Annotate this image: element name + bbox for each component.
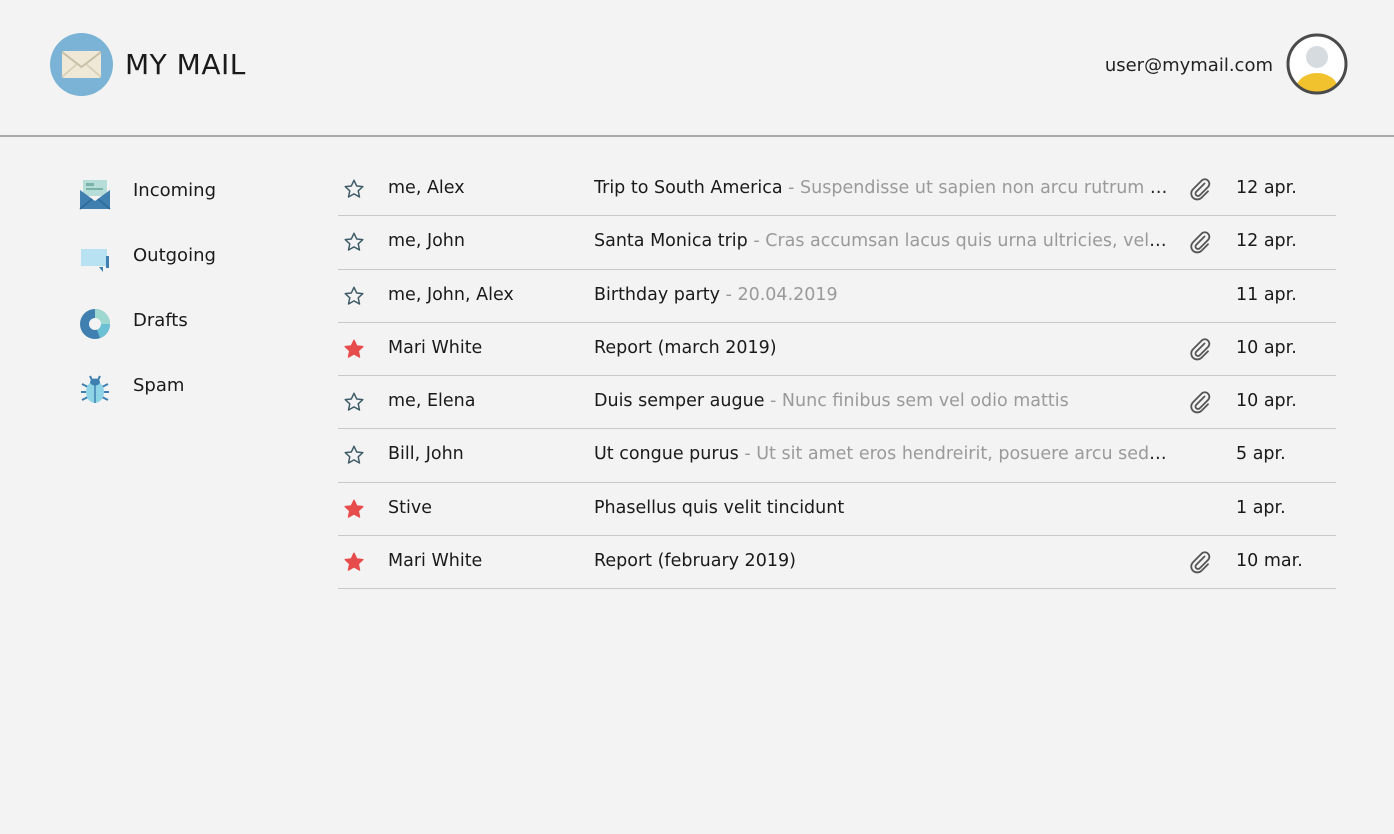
mail-snippet: Cras accumsan lacus quis urna ultricies,… — [765, 231, 1168, 252]
mail-subject-line: Duis semper augue - Nunc finibus sem vel… — [594, 391, 1168, 411]
attachment-icon — [1188, 390, 1212, 414]
mail-sender: Stive — [388, 497, 432, 518]
mail-subject-line: Report (march 2019) — [594, 338, 1168, 358]
mail-sender: me, John — [388, 231, 465, 252]
star-outline-icon[interactable] — [343, 391, 365, 413]
mail-subject: Phasellus quis velit tincidunt — [594, 497, 845, 518]
mail-row[interactable]: Bill, John Ut congue purus - Ut sit amet … — [338, 429, 1336, 483]
mail-date: 10 apr. — [1236, 337, 1297, 358]
mail-row[interactable]: me, Alex Trip to South America - Suspendi… — [338, 163, 1336, 217]
mail-snippet: Ut sit amet eros hendreirit, posuere arc… — [756, 444, 1168, 465]
mail-row[interactable]: me, Elena Duis semper augue - Nunc finibu… — [338, 376, 1336, 430]
mail-subject: Santa Monica trip — [594, 231, 748, 252]
sidebar-item-label: Drafts — [133, 310, 188, 331]
inbox-icon — [78, 177, 112, 211]
mail-sender: me, Elena — [388, 391, 476, 412]
star-outline-icon[interactable] — [343, 178, 365, 200]
user-email[interactable]: user@mymail.com — [1105, 55, 1273, 76]
star-filled-icon[interactable] — [343, 338, 365, 360]
sidebar-item-label: Incoming — [133, 180, 216, 201]
mail-subject-line: Santa Monica trip - Cras accumsan lacus … — [594, 231, 1168, 251]
attachment-icon — [1188, 230, 1212, 254]
mail-date: 11 apr. — [1236, 284, 1297, 305]
mail-subject: Birthday party — [594, 284, 721, 305]
star-outline-icon[interactable] — [343, 444, 365, 466]
mail-date: 12 apr. — [1236, 178, 1297, 198]
mail-subject: Trip to South America — [594, 178, 783, 198]
mail-subject-line: Ut congue purus - Ut sit amet eros hendr… — [594, 444, 1168, 464]
drafts-pie-icon — [78, 307, 112, 341]
mail-date: 10 apr. — [1236, 391, 1297, 412]
attachment-icon — [1188, 337, 1212, 361]
sidebar-item-spam[interactable]: Spam — [78, 370, 318, 435]
mail-sender: me, John, Alex — [388, 284, 514, 305]
mail-subject-line: Phasellus quis velit tincidunt — [594, 498, 1168, 518]
sidebar-item-drafts[interactable]: Drafts — [78, 305, 318, 370]
mail-row[interactable]: me, John, Alex Birthday party - 20.04.201… — [338, 270, 1336, 323]
bug-icon — [78, 372, 112, 406]
attachment-icon — [1188, 550, 1212, 574]
mail-list: me, Alex Trip to South America - Suspendi… — [338, 163, 1336, 590]
mail-sender: me, Alex — [388, 178, 465, 198]
mail-subject: Report (february 2019) — [594, 551, 796, 572]
mail-subject: Duis semper augue — [594, 391, 765, 412]
mail-row[interactable]: Mari White Report (february 2019) 10 mar. — [338, 536, 1336, 590]
mail-subject-line: Birthday party - 20.04.2019 — [594, 285, 1168, 305]
mail-subject: Ut congue purus — [594, 444, 739, 465]
sidebar-item-incoming[interactable]: Incoming — [78, 175, 318, 240]
sidebar: Incoming Outgoing Drafts Spam — [78, 175, 318, 435]
mail-date: 10 mar. — [1236, 551, 1303, 572]
snippet-separator: - — [720, 284, 738, 305]
star-filled-icon[interactable] — [343, 551, 365, 573]
mail-date: 1 apr. — [1236, 497, 1286, 518]
star-outline-icon[interactable] — [343, 231, 365, 253]
header: MY MAIL user@mymail.com — [0, 0, 1394, 137]
mail-sender: Bill, John — [388, 444, 464, 465]
star-filled-icon[interactable] — [343, 498, 365, 520]
mail-row[interactable]: Mari White Report (march 2019) 10 apr. — [338, 323, 1336, 377]
sidebar-item-label: Spam — [133, 375, 185, 396]
snippet-separator: - — [764, 391, 782, 412]
snippet-separator: - — [738, 444, 757, 465]
mail-date: 12 apr. — [1236, 231, 1297, 252]
mail-row[interactable]: me, John Santa Monica trip - Cras accumsa… — [338, 216, 1336, 270]
snippet-separator: - — [782, 178, 801, 198]
mail-subject-line: Report (february 2019) — [594, 551, 1168, 571]
sidebar-item-outgoing[interactable]: Outgoing — [78, 240, 318, 305]
mail-snippet: 20.04.2019 — [737, 284, 838, 305]
mail-snippet: Suspendisse ut sapien non arcu rutrum in… — [800, 178, 1168, 198]
mail-snippet: Nunc finibus sem vel odio mattis — [781, 391, 1069, 412]
snippet-separator: - — [747, 231, 766, 252]
attachment-icon — [1188, 177, 1212, 201]
sidebar-item-label: Outgoing — [133, 245, 216, 266]
app-title: MY MAIL — [125, 48, 246, 81]
mail-sender: Mari White — [388, 337, 483, 358]
mail-subject: Report (march 2019) — [594, 337, 777, 358]
mail-sender: Mari White — [388, 551, 483, 572]
outgoing-chat-icon — [78, 242, 112, 276]
avatar[interactable] — [1286, 33, 1348, 95]
star-outline-icon[interactable] — [343, 285, 365, 307]
mail-date: 5 apr. — [1236, 444, 1286, 465]
mail-row[interactable]: Stive Phasellus quis velit tincidunt 1 apr… — [338, 483, 1336, 537]
mail-subject-line: Trip to South America - Suspendisse ut s… — [594, 178, 1168, 198]
mail-logo-icon — [50, 33, 113, 96]
